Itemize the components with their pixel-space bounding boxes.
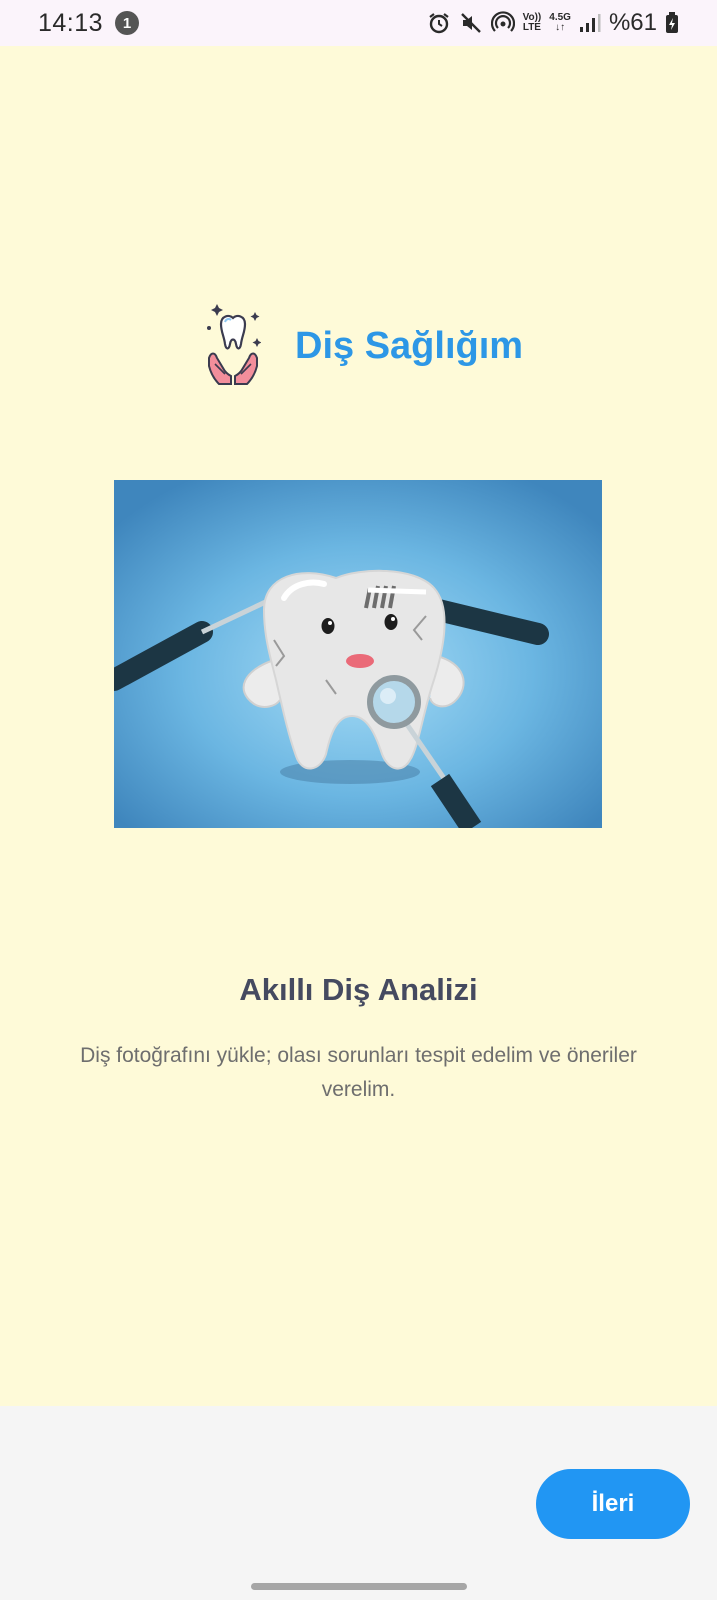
battery-level: %61 [608, 9, 657, 36]
mute-icon [459, 11, 483, 35]
brand-header: Diş Sağlığım [205, 302, 523, 391]
notification-badge: 1 [115, 11, 140, 35]
home-indicator[interactable] [251, 1583, 467, 1590]
tooth-hands-icon [205, 302, 262, 391]
app-title: Diş Sağlığım [295, 325, 524, 367]
status-icons: Vo)) LTE 4.5G ↓↑ %61 [427, 9, 679, 37]
status-time: 14:13 [38, 8, 104, 37]
volte-icon: Vo)) LTE [522, 12, 542, 33]
hotspot-icon [490, 11, 515, 35]
network-icon: 4.5G ↓↑ [549, 12, 571, 33]
signal-icon [579, 13, 601, 33]
next-button[interactable]: İleri [536, 1469, 690, 1539]
onboarding-description: Diş fotoğrafını yükle; olası sorunları t… [80, 1044, 637, 1101]
onboarding-headline: Akıllı Diş Analizi [239, 972, 478, 1007]
battery-icon [665, 12, 679, 34]
tooth-dental-tools-illustration [114, 480, 602, 828]
alarm-icon [427, 11, 451, 35]
status-bar: 14:13 1 Vo)) LTE 4.5G ↓↑ %61 [0, 0, 717, 46]
